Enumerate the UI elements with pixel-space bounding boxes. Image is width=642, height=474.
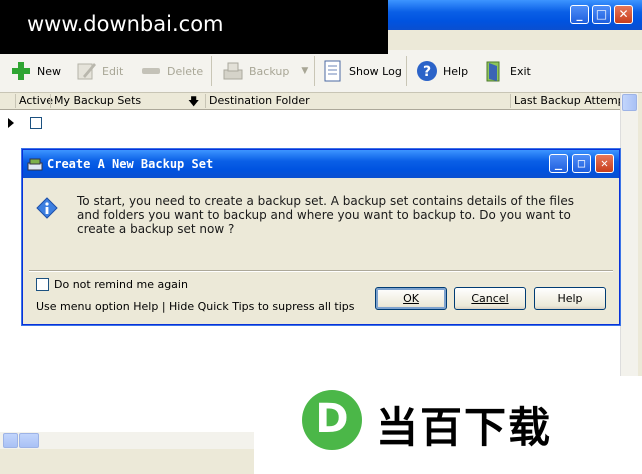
dialog-body: To start, you need to create a backup se… bbox=[23, 178, 619, 324]
app-window: _ □ ✕ New Edit Delete Backup ▼ Show Log … bbox=[0, 0, 642, 474]
new-label: New bbox=[37, 64, 61, 78]
plus-icon bbox=[10, 60, 32, 82]
dropdown-arrow-icon[interactable]: ▼ bbox=[301, 66, 308, 76]
exit-label: Exit bbox=[510, 64, 531, 78]
help-icon: ? bbox=[416, 60, 438, 82]
scroll-up-button[interactable] bbox=[622, 94, 637, 111]
show-log-label: Show Log bbox=[349, 64, 402, 78]
toolbar-separator bbox=[211, 56, 212, 86]
dialog-title-bar: Create A New Backup Set _ □ ✕ bbox=[23, 150, 619, 178]
minus-icon bbox=[140, 60, 162, 82]
toolbar: New Edit Delete Backup ▼ Show Log ? Help… bbox=[0, 50, 642, 93]
edit-button[interactable]: Edit bbox=[75, 58, 123, 84]
row-pointer-icon bbox=[8, 118, 14, 128]
toolbar-separator bbox=[406, 56, 407, 86]
edit-label: Edit bbox=[102, 64, 124, 78]
drive-icon bbox=[27, 156, 43, 175]
create-backup-set-dialog: Create A New Backup Set _ □ ✕ To start, … bbox=[22, 149, 620, 325]
cancel-button[interactable]: Cancel bbox=[454, 287, 526, 310]
dont-remind-label[interactable]: Do not remind me again bbox=[54, 278, 188, 291]
delete-label: Delete bbox=[167, 64, 204, 78]
dialog-close-button[interactable]: ✕ bbox=[595, 154, 614, 173]
column-last-backup-attempt[interactable]: Last Backup Attempt bbox=[510, 94, 629, 108]
watermark-banner: www.downbai.com bbox=[0, 0, 388, 54]
column-active[interactable]: Active bbox=[15, 94, 53, 108]
backup-icon bbox=[222, 60, 244, 82]
close-button[interactable]: ✕ bbox=[614, 5, 633, 24]
scroll-left-button[interactable] bbox=[3, 433, 18, 448]
delete-button[interactable]: Delete bbox=[140, 58, 203, 84]
show-log-button[interactable]: Show Log bbox=[322, 58, 402, 84]
dialog-title: Create A New Backup Set bbox=[47, 157, 214, 171]
dialog-minimize-button[interactable]: _ bbox=[549, 154, 568, 173]
watermark-text: www.downbai.com bbox=[27, 12, 224, 36]
ok-button[interactable]: OK bbox=[375, 287, 447, 310]
help-label: Help bbox=[443, 64, 469, 78]
column-destination-folder[interactable]: Destination Folder bbox=[205, 94, 310, 108]
row-active-checkbox[interactable] bbox=[30, 117, 42, 129]
maximize-button[interactable]: □ bbox=[592, 5, 611, 24]
logo-letter: D bbox=[315, 396, 349, 442]
horizontal-scroll-thumb[interactable] bbox=[19, 433, 39, 448]
svg-text:?: ? bbox=[423, 64, 431, 80]
dialog-help-button[interactable]: Help bbox=[534, 287, 606, 310]
ok-label: OK bbox=[403, 292, 419, 305]
dialog-maximize-button[interactable]: □ bbox=[572, 154, 591, 173]
dialog-divider bbox=[29, 270, 613, 272]
new-button[interactable]: New bbox=[10, 58, 61, 84]
logo-d-circle: D bbox=[302, 390, 362, 450]
downbai-logo: D 当百下载 bbox=[254, 376, 642, 474]
info-icon bbox=[36, 197, 58, 219]
backup-button[interactable]: Backup ▼ bbox=[222, 58, 308, 84]
toolbar-separator bbox=[314, 56, 315, 86]
pencil-icon bbox=[75, 60, 97, 82]
column-my-backup-sets[interactable]: My Backup Sets bbox=[50, 94, 141, 108]
cancel-label: Cancel bbox=[471, 292, 509, 305]
quick-tip-text: Use menu option Help | Hide Quick Tips t… bbox=[36, 300, 355, 313]
logo-text: 当百下载 bbox=[376, 403, 553, 452]
exit-button[interactable]: Exit bbox=[483, 58, 531, 84]
document-icon bbox=[322, 60, 344, 82]
exit-door-icon bbox=[483, 60, 505, 82]
minimize-button[interactable]: _ bbox=[570, 5, 589, 24]
help-label: Help bbox=[557, 292, 583, 305]
help-button[interactable]: ? Help bbox=[416, 58, 468, 84]
dialog-message: To start, you need to create a backup se… bbox=[77, 194, 574, 236]
backup-label: Backup bbox=[249, 64, 290, 78]
dont-remind-checkbox[interactable] bbox=[36, 278, 49, 291]
grid-header: Active My Backup Sets 🡇 Destination Fold… bbox=[0, 93, 629, 110]
